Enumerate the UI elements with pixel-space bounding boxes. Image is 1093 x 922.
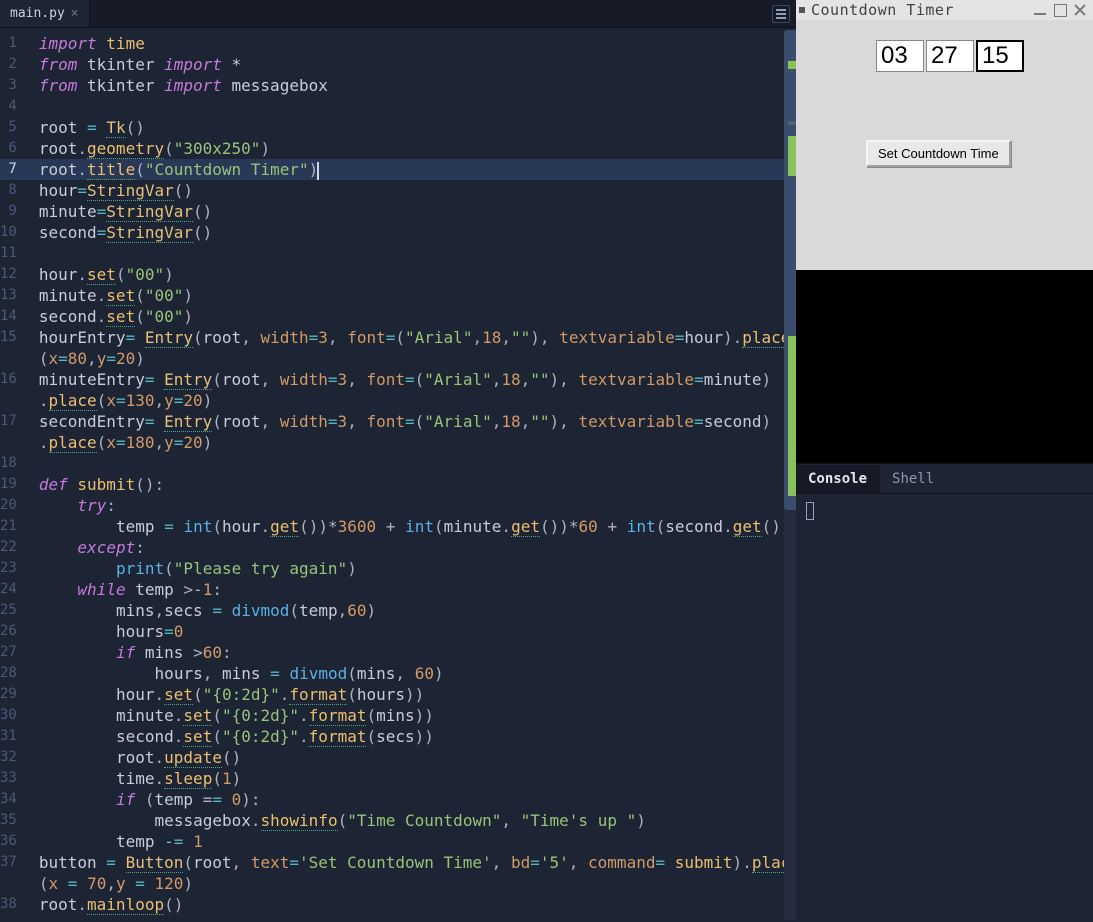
code-line[interactable]: while temp >-1: (29, 579, 796, 600)
code-line[interactable]: hours=0 (29, 621, 796, 642)
code-line[interactable]: temp = int(hour.get())*3600 + int(minute… (29, 516, 796, 537)
lint-marker-bar (788, 56, 796, 922)
hamburger-icon[interactable] (772, 5, 790, 23)
editor-body: 1234567891011121314151617181920212223242… (0, 28, 796, 922)
code-line[interactable]: root.geometry("300x250") (29, 138, 796, 159)
code-line[interactable]: hour.set("00") (29, 264, 796, 285)
code-line[interactable]: root.update() (29, 747, 796, 768)
minute-field[interactable] (926, 40, 974, 72)
code-line[interactable]: print("Please try again") (29, 558, 796, 579)
code-line[interactable]: hour=StringVar() (29, 180, 796, 201)
code-line[interactable]: try: (29, 495, 796, 516)
code-area[interactable]: import timefrom tkinter import *from tki… (29, 28, 796, 922)
window-minimize-icon[interactable] (1030, 1, 1050, 19)
second-field[interactable] (976, 40, 1024, 72)
code-line[interactable]: minute=StringVar() (29, 201, 796, 222)
code-line[interactable]: except: (29, 537, 796, 558)
line-number-gutter: 1234567891011121314151617181920212223242… (0, 28, 29, 922)
lint-mark (788, 336, 796, 496)
tabbar-spacer (90, 0, 766, 27)
code-line[interactable]: secondEntry= Entry(root, width=3, font=(… (29, 411, 796, 432)
window-close-icon[interactable] (1070, 1, 1090, 19)
code-line[interactable]: mins,secs = divmod(temp,60) (29, 600, 796, 621)
code-line[interactable]: .place(x=180,y=20) (29, 432, 796, 453)
file-tab-label: main.py (10, 6, 65, 21)
code-line[interactable]: from tkinter import * (29, 54, 796, 75)
code-line[interactable]: def submit(): (29, 474, 796, 495)
code-line[interactable] (29, 453, 796, 474)
code-line[interactable]: hourEntry= Entry(root, width=3, font=("A… (29, 327, 796, 348)
code-line[interactable]: hour.set("{0:2d}".format(hours)) (29, 684, 796, 705)
output-tabbar: Console Shell (796, 463, 1093, 494)
code-line[interactable]: root.title("Countdown Timer") (29, 159, 796, 180)
tab-actions (766, 0, 796, 27)
hour-field[interactable] (876, 40, 924, 72)
file-tab-main-py[interactable]: main.py × (0, 0, 90, 27)
code-line[interactable]: .place(x=130,y=20) (29, 390, 796, 411)
code-line[interactable]: button = Button(root, text='Set Countdow… (29, 852, 796, 873)
tk-window-title: Countdown Timer (811, 1, 954, 19)
code-line[interactable]: from tkinter import messagebox (29, 75, 796, 96)
console-cursor (806, 502, 814, 520)
code-line[interactable]: second.set("{0:2d}".format(secs)) (29, 726, 796, 747)
code-line[interactable]: second.set("00") (29, 306, 796, 327)
code-line[interactable]: minute.set("{0:2d}".format(mins)) (29, 705, 796, 726)
close-icon[interactable]: × (71, 6, 79, 21)
editor-tabbar: main.py × (0, 0, 796, 28)
code-line[interactable]: hours, mins = divmod(mins, 60) (29, 663, 796, 684)
lint-mark (788, 61, 796, 69)
app-root: main.py × 123456789101112131415161718192… (0, 0, 1093, 922)
editor-panel: main.py × 123456789101112131415161718192… (0, 0, 796, 922)
code-line[interactable]: root.mainloop() (29, 894, 796, 915)
code-line[interactable]: import time (29, 33, 796, 54)
tab-console[interactable]: Console (796, 465, 880, 493)
code-line[interactable]: (x=80,y=20) (29, 348, 796, 369)
window-maximize-icon[interactable] (1050, 1, 1070, 19)
code-line[interactable]: second=StringVar() (29, 222, 796, 243)
code-line[interactable]: time.sleep(1) (29, 768, 796, 789)
code-line[interactable]: minute.set("00") (29, 285, 796, 306)
code-line[interactable]: root = Tk() (29, 117, 796, 138)
window-icon (799, 7, 805, 13)
code-line[interactable]: temp -= 1 (29, 831, 796, 852)
code-line[interactable] (29, 96, 796, 117)
set-countdown-button[interactable]: Set Countdown Time (866, 140, 1011, 167)
tab-shell[interactable]: Shell (880, 465, 947, 493)
code-line[interactable]: if (temp == 0): (29, 789, 796, 810)
code-line[interactable] (29, 243, 796, 264)
console-output[interactable] (796, 494, 1093, 922)
tk-client-area: Set Countdown Time (796, 20, 1093, 270)
code-line[interactable]: messagebox.showinfo("Time Countdown", "T… (29, 810, 796, 831)
lint-mark (788, 121, 796, 125)
lint-mark (788, 136, 796, 176)
output-preview-gap (796, 270, 1093, 463)
code-line[interactable]: if mins >60: (29, 642, 796, 663)
code-line[interactable]: (x = 70,y = 120) (29, 873, 796, 894)
text-caret (317, 162, 319, 180)
tk-window-titlebar[interactable]: Countdown Timer (796, 0, 1093, 20)
right-panel: Countdown Timer Set Countdown Time Conso… (796, 0, 1093, 922)
code-line[interactable]: minuteEntry= Entry(root, width=3, font=(… (29, 369, 796, 390)
